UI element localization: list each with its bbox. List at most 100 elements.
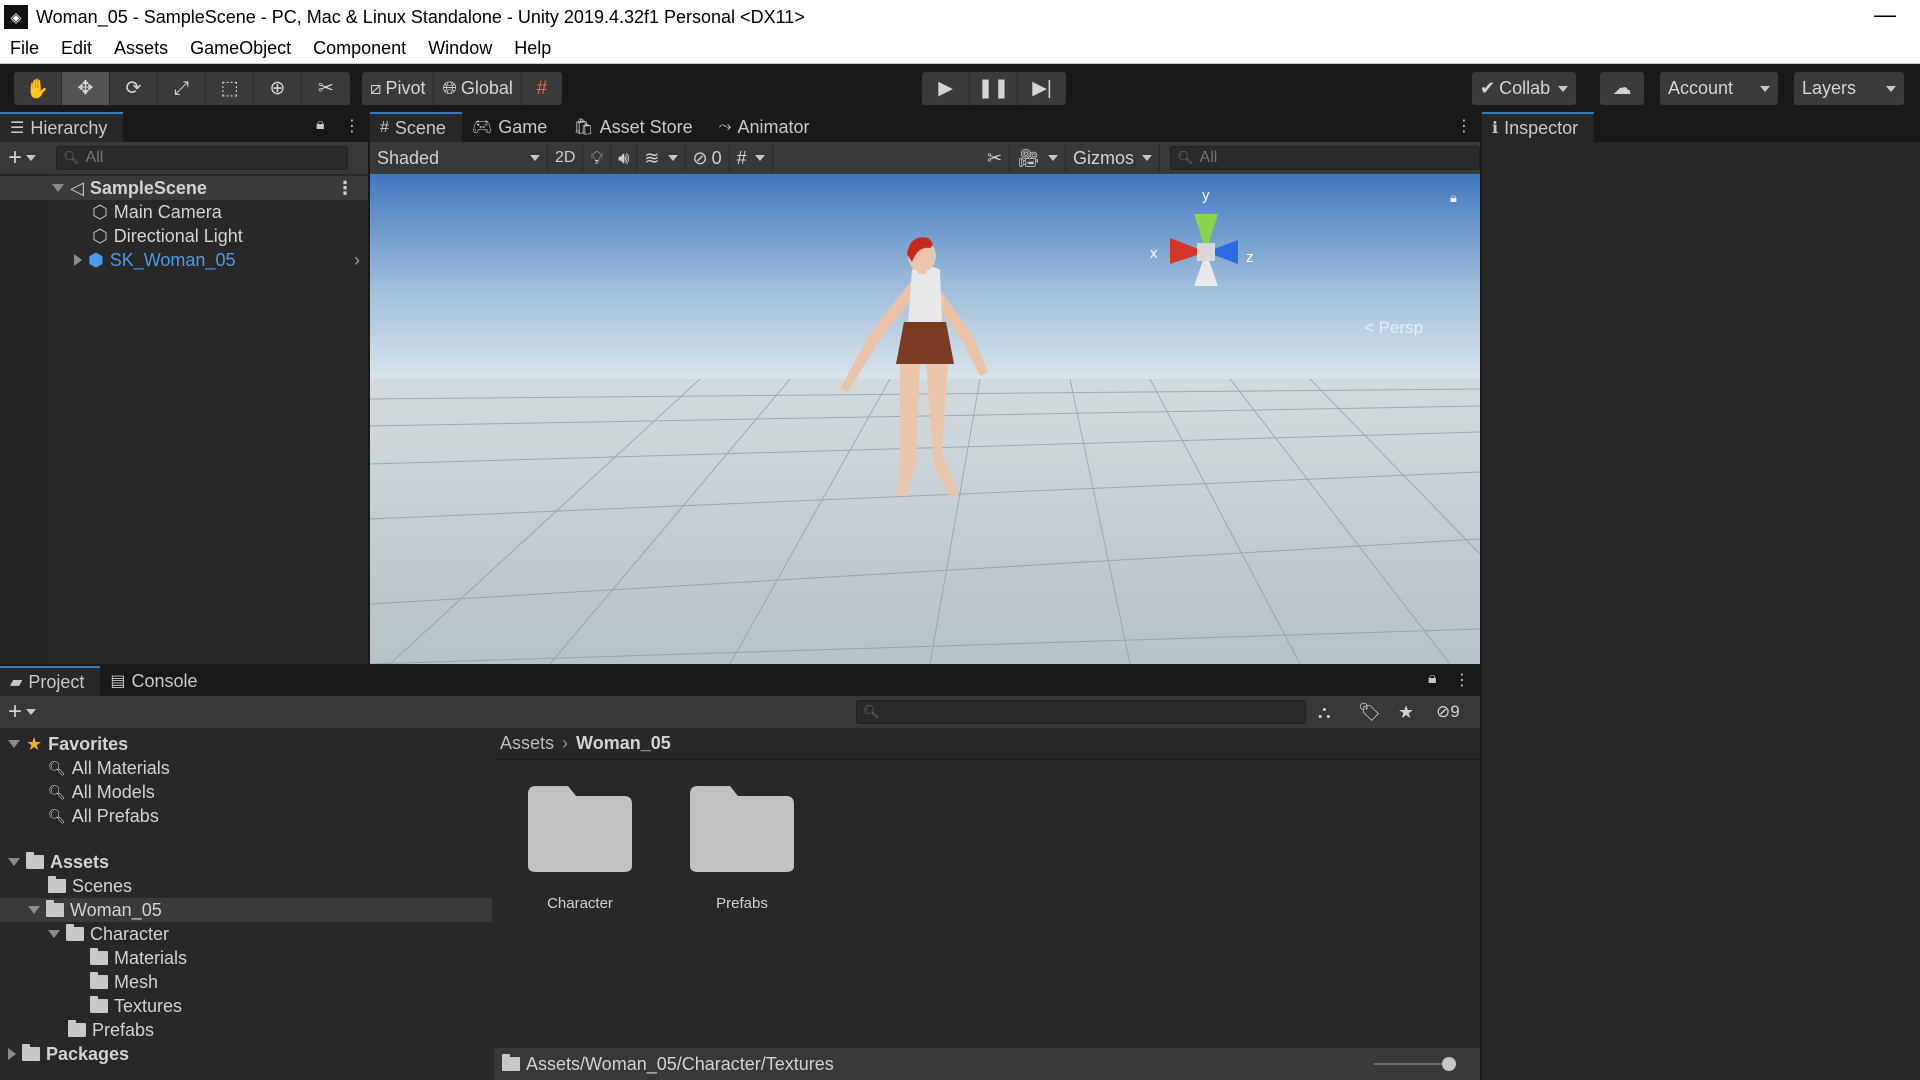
tab-game[interactable]: 🎮︎ Game bbox=[462, 112, 563, 142]
expand-arrow-icon[interactable] bbox=[52, 184, 64, 192]
tab-hierarchy[interactable]: ☰ Hierarchy bbox=[0, 112, 124, 142]
chevron-right-icon[interactable]: › bbox=[354, 250, 360, 271]
audio-toggle[interactable]: 🔊︎ bbox=[611, 144, 638, 172]
grid-toggle[interactable]: # bbox=[730, 144, 773, 172]
camera-dropdown[interactable]: 🎥︎ bbox=[1010, 144, 1066, 172]
persp-label-wrapper[interactable]: < Persp bbox=[1364, 318, 1423, 338]
tree-packages[interactable]: Packages bbox=[0, 1042, 492, 1066]
tree-character[interactable]: Character bbox=[0, 922, 492, 946]
global-button[interactable]: 🌐︎ Global bbox=[434, 72, 522, 105]
scene-row[interactable]: ◁ SampleScene ⋮ bbox=[0, 176, 368, 200]
tree-woman-05[interactable]: Woman_05 bbox=[0, 898, 492, 922]
tab-project[interactable]: ▰ Project bbox=[0, 666, 101, 696]
scale-tool-button[interactable]: ⤢ bbox=[158, 72, 206, 105]
menu-window[interactable]: Window bbox=[428, 38, 492, 59]
tree-materials[interactable]: Materials bbox=[0, 946, 492, 970]
tree-prefabs[interactable]: Prefabs bbox=[0, 1018, 492, 1042]
move-tool-button[interactable]: ✥ bbox=[62, 72, 110, 105]
folder-tile-character[interactable]: Character bbox=[510, 780, 650, 912]
custom-tool-button[interactable]: ✂ bbox=[302, 72, 350, 105]
expand-arrow-icon[interactable] bbox=[8, 858, 20, 866]
tab-asset-store[interactable]: 🛍︎ Asset Store bbox=[563, 112, 708, 142]
chevron-down-icon[interactable] bbox=[26, 155, 37, 161]
rotate-tool-button[interactable]: ⟳ bbox=[110, 72, 158, 105]
favorite-item-all-models[interactable]: 🔍︎ All Models bbox=[0, 780, 492, 804]
hidden-packages-toggle[interactable]: ⊘9 bbox=[1436, 702, 1460, 722]
effects-toggle[interactable]: ≋ bbox=[637, 144, 686, 172]
tab-scene[interactable]: # Scene bbox=[370, 112, 462, 142]
more-menu-icon[interactable]: ⋮ bbox=[1454, 670, 1470, 690]
folder-tile-prefabs[interactable]: Prefabs bbox=[672, 780, 812, 912]
tree-mesh[interactable]: Mesh bbox=[0, 970, 492, 994]
lock-icon[interactable]: 🔒︎ bbox=[1428, 670, 1437, 688]
scene-search-input[interactable]: 🔍︎ All bbox=[1170, 146, 1480, 170]
tree-scenes[interactable]: Scenes bbox=[0, 874, 492, 898]
tree-textures[interactable]: Textures bbox=[0, 994, 492, 1018]
hierarchy-item-sk-woman[interactable]: ⬢ SK_Woman_05 › bbox=[0, 248, 368, 272]
lock-icon[interactable]: 🔒︎ bbox=[1450, 190, 1457, 206]
hierarchy-item-main-camera[interactable]: ⬡ Main Camera bbox=[0, 200, 368, 224]
account-button[interactable]: Account bbox=[1660, 72, 1778, 105]
menu-edit[interactable]: Edit bbox=[61, 38, 92, 59]
lock-icon[interactable]: 🔒︎ bbox=[316, 116, 325, 134]
filter-by-label-icon[interactable]: 🏷︎ bbox=[1358, 702, 1381, 723]
scene-render[interactable] bbox=[370, 174, 1480, 664]
2d-toggle[interactable]: 2D bbox=[548, 144, 584, 172]
expand-arrow-icon[interactable] bbox=[74, 254, 82, 266]
scene-menu-icon[interactable]: ⋮ bbox=[336, 178, 354, 199]
filter-by-type-icon[interactable]: ⛬ bbox=[1318, 702, 1331, 723]
shading-mode-dropdown[interactable]: Shaded bbox=[370, 144, 548, 172]
more-menu-icon[interactable]: ⋮ bbox=[344, 116, 360, 136]
favorite-item-all-materials[interactable]: 🔍︎ All Materials bbox=[0, 756, 492, 780]
expand-arrow-icon[interactable] bbox=[48, 930, 60, 938]
gizmo-center-cube[interactable] bbox=[1197, 243, 1215, 261]
tab-animator[interactable]: ⤳ Animator bbox=[709, 112, 826, 142]
favorite-item-all-prefabs[interactable]: 🔍︎ All Prefabs bbox=[0, 804, 492, 828]
layers-button[interactable]: Layers bbox=[1794, 72, 1904, 105]
icon-size-slider[interactable] bbox=[1374, 1057, 1456, 1071]
menu-gameobject[interactable]: GameObject bbox=[190, 38, 291, 59]
menu-help[interactable]: Help bbox=[514, 38, 551, 59]
collab-button[interactable]: ✔ Collab bbox=[1472, 72, 1576, 105]
tools-toggle[interactable]: ✂ bbox=[980, 144, 1011, 172]
expand-arrow-icon[interactable] bbox=[8, 1048, 16, 1060]
hidden-objects-toggle[interactable]: ⊘ 0 bbox=[686, 144, 730, 172]
chevron-down-icon[interactable] bbox=[754, 155, 765, 161]
rect-tool-button[interactable]: ⬚ bbox=[206, 72, 254, 105]
favorite-star-icon[interactable]: ★ bbox=[1398, 702, 1414, 723]
cloud-button[interactable]: ☁ bbox=[1600, 72, 1644, 105]
chevron-down-icon[interactable] bbox=[26, 709, 37, 715]
menu-component[interactable]: Component bbox=[313, 38, 406, 59]
step-button[interactable]: ▶| bbox=[1018, 72, 1066, 105]
scene-viewport[interactable]: y x z 🔒︎ < Persp bbox=[370, 174, 1480, 664]
expand-arrow-icon[interactable] bbox=[8, 740, 20, 748]
layers-dropdown[interactable]: Layers bbox=[1794, 72, 1904, 105]
menu-assets[interactable]: Assets bbox=[114, 38, 168, 59]
breadcrumb-woman-05[interactable]: Woman_05 bbox=[576, 733, 671, 754]
collab-dropdown[interactable]: ✔ Collab bbox=[1472, 72, 1577, 105]
orientation-gizmo[interactable]: y x z bbox=[1146, 182, 1266, 312]
tab-inspector[interactable]: ℹ Inspector bbox=[1482, 112, 1595, 142]
breadcrumb-assets[interactable]: Assets bbox=[500, 733, 554, 754]
project-search-input[interactable]: 🔍︎ bbox=[856, 700, 1306, 724]
chevron-down-icon[interactable] bbox=[667, 155, 678, 161]
minimize-button[interactable]: — bbox=[1874, 2, 1896, 28]
tab-console[interactable]: ▤ Console bbox=[100, 666, 213, 696]
create-button[interactable]: + bbox=[8, 146, 22, 170]
gizmos-dropdown[interactable]: Gizmos bbox=[1066, 144, 1160, 172]
hierarchy-search-input[interactable]: 🔍︎ All bbox=[56, 146, 349, 170]
create-button[interactable]: + bbox=[8, 700, 22, 724]
tree-assets[interactable]: Assets bbox=[0, 850, 492, 874]
more-menu-icon[interactable]: ⋮ bbox=[1456, 116, 1472, 136]
hand-tool-button[interactable]: ✋ bbox=[14, 72, 62, 105]
hierarchy-item-directional-light[interactable]: ⬡ Directional Light bbox=[0, 224, 368, 248]
transform-tool-button[interactable]: ⊕ bbox=[254, 72, 302, 105]
expand-arrow-icon[interactable] bbox=[28, 906, 40, 914]
snap-button[interactable]: # bbox=[522, 72, 562, 105]
account-dropdown[interactable]: Account bbox=[1660, 72, 1778, 105]
pause-button[interactable]: ❚❚ bbox=[970, 72, 1018, 105]
play-button[interactable]: ▶ bbox=[922, 72, 970, 105]
menu-file[interactable]: File bbox=[10, 38, 39, 59]
pivot-button[interactable]: ⧄ Pivot bbox=[362, 72, 435, 105]
slider-handle[interactable] bbox=[1442, 1057, 1456, 1071]
